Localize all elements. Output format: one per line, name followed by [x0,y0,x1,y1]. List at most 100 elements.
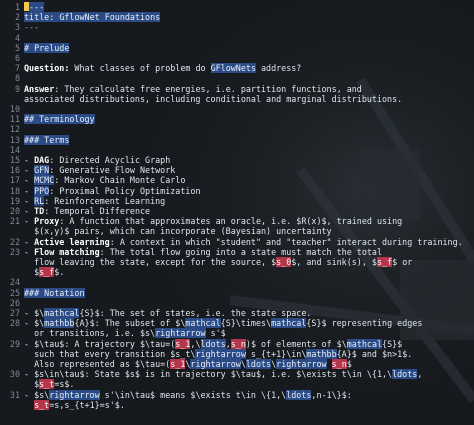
editor-line[interactable]: s_t=s,s_{t+1}=s'$. [0,399,474,410]
text-segment: $ [24,267,40,278]
line-number: 17 [9,175,20,186]
editor-line[interactable]: associated distributions, including cond… [0,94,474,104]
editor-line[interactable]: 18- PPO: Proximal Policy Optimization [0,185,474,196]
highlighted-token: mathcal [346,338,383,349]
error-token: s_0 [276,257,292,267]
line-text: Question: What classes of problem do GFl… [24,63,302,74]
text-segment: {S}$ representing edges [306,318,423,329]
text-segment: associated distributions, including cond… [24,93,403,104]
line-number: 13 [9,134,20,145]
error-token: s_1 [170,359,186,369]
line-number: 11 [9,114,20,125]
line-number: 28 [9,318,20,329]
line-number: 30 [9,369,20,380]
text-segment: - [24,185,35,196]
text-segment: {S}$ [382,338,403,349]
editor-line[interactable]: such that every transition $s_t\rightarr… [0,348,474,359]
editor-line[interactable]: 30 - $s\in\tau$: State $s$ is in trajecto… [0,369,474,380]
line-number: 6 [14,53,20,63]
bold-token: DAG [34,155,50,165]
text-segment: Also represented as $\tau=( [24,359,171,369]
editor-line[interactable]: 28- $\mathbb{A}$: The subset of $\mathca… [0,318,474,329]
editor-line[interactable]: 23- Flow matching: The total flow going … [0,247,474,257]
line-number: 31 [9,389,20,400]
text-segment: =s$. [54,379,75,390]
editor-line[interactable]: 10 [0,104,474,114]
editor-line[interactable]: 13 ### Terms [0,134,474,145]
editor-line[interactable]: 20- TD: Temporal Difference [0,206,474,216]
text-segment: {S}$: The set of states, i.e. the state … [79,308,312,318]
line-text: - Active learning: A context in which "s… [24,237,463,247]
text-segment: - [24,155,35,165]
text-segment: $ [24,379,40,390]
editor-line[interactable]: 17- MCMC: Markov Chain Monte Carlo [0,175,474,186]
editor-line[interactable]: 26 [0,298,474,308]
bold-token: Answer [24,83,55,94]
editor-line[interactable]: 3 --- [0,22,474,32]
editor-line[interactable]: 19- RL: Reinforcement Learning [0,195,474,206]
editor-line[interactable]: 5 # Prelude [0,42,474,53]
editor-line[interactable]: 22- Active learning: A context in which … [0,237,474,247]
error-token: s_t [34,399,50,410]
editor-line[interactable]: 24 [0,277,474,287]
text-segment: : Reinforcement Learning [44,195,166,206]
highlighted-token: : [49,12,60,23]
editor-line[interactable]: 16- GFN: Generative Flow Network [0,165,474,176]
editor-line[interactable]: 25 ### Notation [0,287,474,298]
text-segment: $ [346,359,352,369]
line-text: # Prelude [24,42,70,53]
line-number: 1 [14,2,20,12]
highlighted-token: title [24,12,50,23]
editor-line[interactable]: 27 - $\mathcal{S}$: The set of states, i.… [0,308,474,318]
editor-line[interactable]: 9 Answer: They calculate free energies, i… [0,84,474,94]
editor-line[interactable]: 15- DAG: Directed Acyclic Graph [0,155,474,165]
highlighted-token: MCMC [34,175,55,186]
editor-line[interactable]: flow leaving the state, except for the s… [0,257,474,267]
text-segment: $(x,y)$ pairs, which can incorporate (Ba… [24,226,332,237]
text-segment: or transitions, i.e. $s\ [24,328,156,339]
editor-line[interactable]: $(x,y)$ pairs, which can incorporate (Ba… [0,226,474,236]
editor-line[interactable]: 31 - $s\rightarrow s'\in\tau$ means $\exi… [0,389,474,400]
line-number: 12 [9,124,20,135]
line-number: 7 [14,63,20,74]
highlighted-token: ldots [286,389,312,400]
line-number: 9 [14,83,20,94]
editor-line[interactable]: Also represented as $\tau=(s_1\rightarro… [0,359,474,369]
line-text: - Flow matching: The total flow going in… [24,247,382,257]
editor-line[interactable]: 6 [0,53,474,63]
line-number: 21 [9,216,20,227]
editor-line[interactable]: 7 Question: What classes of problem do GF… [0,63,474,74]
text-segment: $ or [392,257,413,267]
text-segment: {A}$: The subset of $\ [74,318,186,329]
line-number: 16 [9,165,20,176]
editor-line[interactable]: 1 --- [0,2,474,12]
text-segment [24,400,34,410]
editor-line[interactable]: 4 [0,33,474,43]
editor-line[interactable]: 8 [0,73,474,83]
highlighted-token: Foundations [99,12,161,23]
editor-line[interactable]: 29 - $\tau$: A trajectory $\tau=(s_1,\ldo… [0,338,474,349]
editor-line[interactable]: $s_f$. [0,267,474,278]
highlighted-token: GFN [34,165,50,176]
text-segment: ,\ [190,338,201,349]
editor-line[interactable]: $s_t=s$. [0,379,474,390]
editor-line[interactable]: 14 [0,145,474,155]
editor-line[interactable]: 2 title: GflowNet Foundations [0,12,474,23]
editor-line[interactable]: 11 ## Terminology [0,114,474,125]
highlighted-token: ldots [200,338,226,349]
highlighted-token: ### Terms [24,134,70,145]
text-segment: address? [255,63,302,74]
line-number: 10 [9,104,20,114]
highlighted-token: rightarrow [195,348,246,359]
line-text: ### Notation [24,287,85,298]
editor-line[interactable]: or transitions, i.e. $s\rightarrow s'$ [0,328,474,339]
error-token: s_1 [175,338,191,349]
highlighted-token: ### Notation [24,287,85,298]
text-segment: - [24,206,35,216]
editor-line[interactable]: 12 [0,124,474,134]
line-text: $s_f$. [24,267,64,278]
line-number: 27 [9,308,20,318]
line-number: 5 [14,42,20,53]
highlighted-token: # Prelude [24,42,70,53]
editor-line[interactable]: 21- Proxy: A function that approximates … [0,216,474,226]
